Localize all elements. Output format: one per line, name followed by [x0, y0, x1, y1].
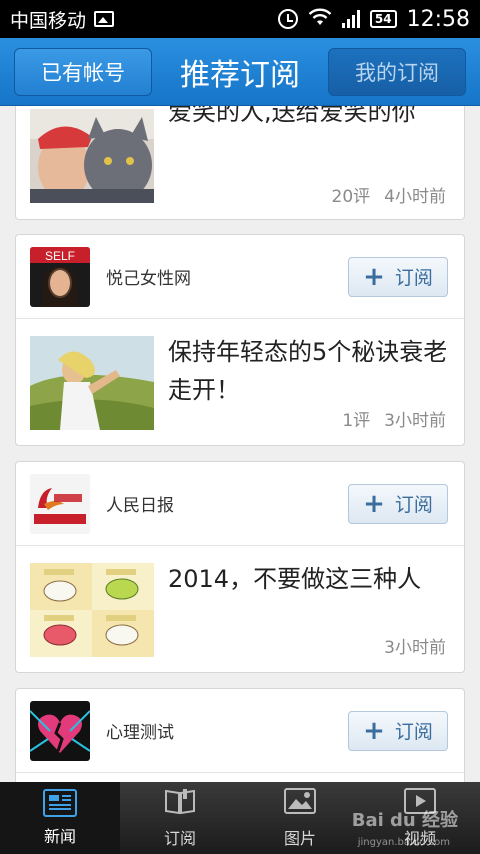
source-name[interactable]: 人民日报: [106, 491, 348, 516]
comment-count: 1评: [342, 411, 371, 431]
signal-icon: [341, 10, 360, 28]
article-time: 3小时前: [384, 411, 446, 431]
article-item[interactable]: 2014，不要做这三种人 3小时前: [16, 546, 464, 672]
article-meta: 1评 3小时前: [342, 406, 446, 431]
tab-label: 订阅: [163, 829, 196, 848]
article-time: 3小时前: [384, 638, 446, 658]
plus-icon: +: [363, 715, 385, 746]
alarm-icon: [277, 9, 298, 29]
source-logo: SELF: [30, 246, 90, 307]
baidu-watermark-url: jingyan.baidu.com: [357, 837, 450, 848]
status-bar: 中国移动 54 12:58: [0, 0, 480, 38]
source-header: 人民日报 + 订阅: [16, 462, 464, 546]
wifi-icon: [308, 8, 332, 31]
subscribe-label: 订阅: [394, 721, 433, 743]
my-subscriptions-button[interactable]: 我的订阅: [328, 48, 466, 96]
article-meta: 20评 4小时前: [332, 182, 446, 207]
tab-pictures[interactable]: 图片: [240, 782, 360, 854]
article-card-partial[interactable]: 爱笑的人,送给爱笑的你 20评 4小时前: [15, 106, 465, 220]
tab-news[interactable]: 新闻: [0, 782, 120, 854]
comment-count: 20评: [331, 187, 371, 207]
tab-label: 新闻: [43, 827, 76, 846]
app-header: 已有帐号 推荐订阅 我的订阅: [0, 38, 480, 106]
psych-test-logo: [30, 700, 90, 761]
article-thumbnail-woman: [30, 336, 154, 430]
article-headline[interactable]: 爱笑的人,送给爱笑的你: [168, 106, 450, 131]
article-item[interactable]: 保持年轻态的5个秘诀衰老走开！ 1评 3小时前: [16, 319, 464, 445]
article-item[interactable]: 爱笑的人,送给爱笑的你 20评 4小时前: [16, 106, 464, 221]
plus-icon: +: [363, 488, 385, 519]
article-meta: 3小时前: [384, 633, 446, 658]
source-card-psych-test: 心理测试 + 订阅: [15, 688, 465, 782]
peoples-daily-logo: [30, 473, 90, 534]
bottom-nav: 新闻 订阅 图片 视频 Bai du 经验 jingyan.baidu.com: [0, 782, 480, 854]
carrier-group: 中国移动: [10, 6, 278, 33]
battery-icon: 54: [369, 10, 397, 28]
status-icons: 54 12:58: [277, 6, 470, 32]
picture-icon: [283, 787, 317, 819]
source-header: 心理测试 + 订阅: [16, 689, 464, 773]
tab-subscriptions[interactable]: 订阅: [120, 782, 240, 854]
source-card-peoples-daily: 人民日报 + 订阅 2014，不要做这三种人 3小时前: [15, 461, 465, 673]
subscribe-label: 订阅: [394, 267, 433, 289]
tab-label: 图片: [283, 829, 316, 848]
source-name[interactable]: 悦己女性网: [106, 264, 348, 289]
svg-text:SELF: SELF: [45, 249, 75, 263]
article-time: 4小时前: [384, 187, 446, 207]
subscribe-label: 订阅: [394, 494, 433, 516]
subscribe-button[interactable]: + 订阅: [348, 256, 448, 297]
book-icon: [163, 787, 197, 819]
plus-icon: +: [363, 261, 385, 292]
image-notification-icon: [94, 11, 115, 27]
article-headline[interactable]: 保持年轻态的5个秘诀衰老走开！: [168, 333, 450, 409]
subscribe-button[interactable]: + 订阅: [348, 483, 448, 524]
baidu-watermark: Bai du 经验: [351, 810, 458, 831]
article-headline[interactable]: 2014，不要做这三种人: [168, 560, 450, 598]
source-card-yueji: SELF 悦己女性网 + 订阅 保持年轻态的5个秘诀衰老走开！ 1评 3小时前: [15, 234, 465, 446]
carrier-name: 中国移动: [10, 9, 87, 32]
article-thumbnail-cat: [30, 109, 154, 203]
existing-account-button[interactable]: 已有帐号: [14, 48, 152, 96]
source-header: SELF 悦己女性网 + 订阅: [16, 235, 464, 319]
status-time: 12:58: [406, 6, 470, 32]
subscribe-button[interactable]: + 订阅: [348, 710, 448, 751]
subscription-feed[interactable]: 爱笑的人,送给爱笑的你 20评 4小时前 SELF 悦己女性网 + 订阅 保持年…: [0, 106, 480, 782]
article-thumbnail-cartoon: [30, 563, 154, 657]
source-name[interactable]: 心理测试: [106, 718, 348, 743]
newspaper-icon: [43, 789, 77, 817]
